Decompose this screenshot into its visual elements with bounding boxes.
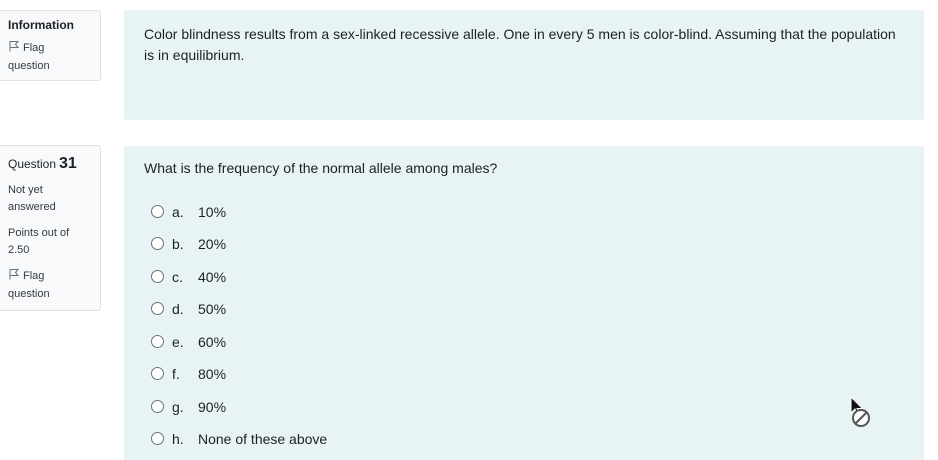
answer-option-c[interactable]: c. 40% <box>151 269 451 287</box>
radio-button[interactable] <box>151 400 164 413</box>
flag-icon <box>8 40 20 52</box>
radio-button[interactable] <box>151 302 164 315</box>
answer-letter: a. <box>172 204 184 220</box>
not-allowed-cursor-icon <box>849 395 873 430</box>
answer-text: 50% <box>198 301 227 317</box>
answer-letter: b. <box>172 236 184 252</box>
flag-label[interactable]: Flag <box>23 270 44 282</box>
radio-button[interactable] <box>151 432 164 445</box>
grade-line-1: Points out of <box>8 227 70 239</box>
information-title: Information <box>8 18 74 32</box>
flag-label[interactable]: Flag <box>23 42 44 54</box>
radio-button[interactable] <box>151 237 164 250</box>
radio-button[interactable] <box>151 367 164 380</box>
state-line-1: Not yet <box>8 184 43 196</box>
flag-question-link[interactable]: Flag question <box>8 267 50 303</box>
answer-letter: g. <box>172 399 184 415</box>
flag-label-2[interactable]: question <box>8 288 50 300</box>
answer-letter: c. <box>172 269 183 285</box>
answer-text: None of these above <box>198 431 328 447</box>
answer-option-d[interactable]: d. 50% <box>151 301 451 319</box>
answer-letter: e. <box>172 334 184 350</box>
question-state: Not yet answered <box>8 182 56 216</box>
answer-letter: f. <box>172 366 180 382</box>
answer-option-f[interactable]: f. 80% <box>151 366 451 384</box>
answer-option-a[interactable]: a. 10% <box>151 204 451 222</box>
information-text: Color blindness results from a sex-linke… <box>144 26 896 63</box>
answer-text: 60% <box>198 334 227 350</box>
flag-question-link[interactable]: Flag question <box>8 39 50 75</box>
information-content: Color blindness results from a sex-linke… <box>124 10 924 120</box>
answer-letter: h. <box>172 431 184 447</box>
question-number-value: 31 <box>59 155 77 172</box>
question-content: What is the frequency of the normal alle… <box>124 146 924 460</box>
question-number: Question 31 <box>8 155 77 173</box>
answer-option-e[interactable]: e. 60% <box>151 334 451 352</box>
flag-label-2[interactable]: question <box>8 60 50 72</box>
answer-option-h[interactable]: h. None of these above <box>151 431 451 449</box>
grade-line-2: 2.50 <box>8 244 30 256</box>
question-grade: Points out of 2.50 <box>8 225 69 259</box>
information-info-panel: Information Flag question <box>0 10 101 81</box>
question-text: What is the frequency of the normal alle… <box>144 160 498 176</box>
flag-icon <box>8 268 20 280</box>
radio-button[interactable] <box>151 335 164 348</box>
answer-text: 10% <box>198 204 227 220</box>
state-line-2: answered <box>8 201 56 213</box>
radio-button[interactable] <box>151 205 164 218</box>
answer-text: 40% <box>198 269 227 285</box>
answer-option-b[interactable]: b. 20% <box>151 236 451 254</box>
answer-text: 90% <box>198 399 227 415</box>
answer-text: 80% <box>198 366 227 382</box>
radio-button[interactable] <box>151 270 164 283</box>
answer-option-g[interactable]: g. 90% <box>151 399 451 417</box>
question-label: Question <box>8 157 57 171</box>
answer-letter: d. <box>172 301 184 317</box>
question-info-panel: Question 31 Not yet answered Points out o… <box>0 145 101 311</box>
answer-text: 20% <box>198 236 227 252</box>
